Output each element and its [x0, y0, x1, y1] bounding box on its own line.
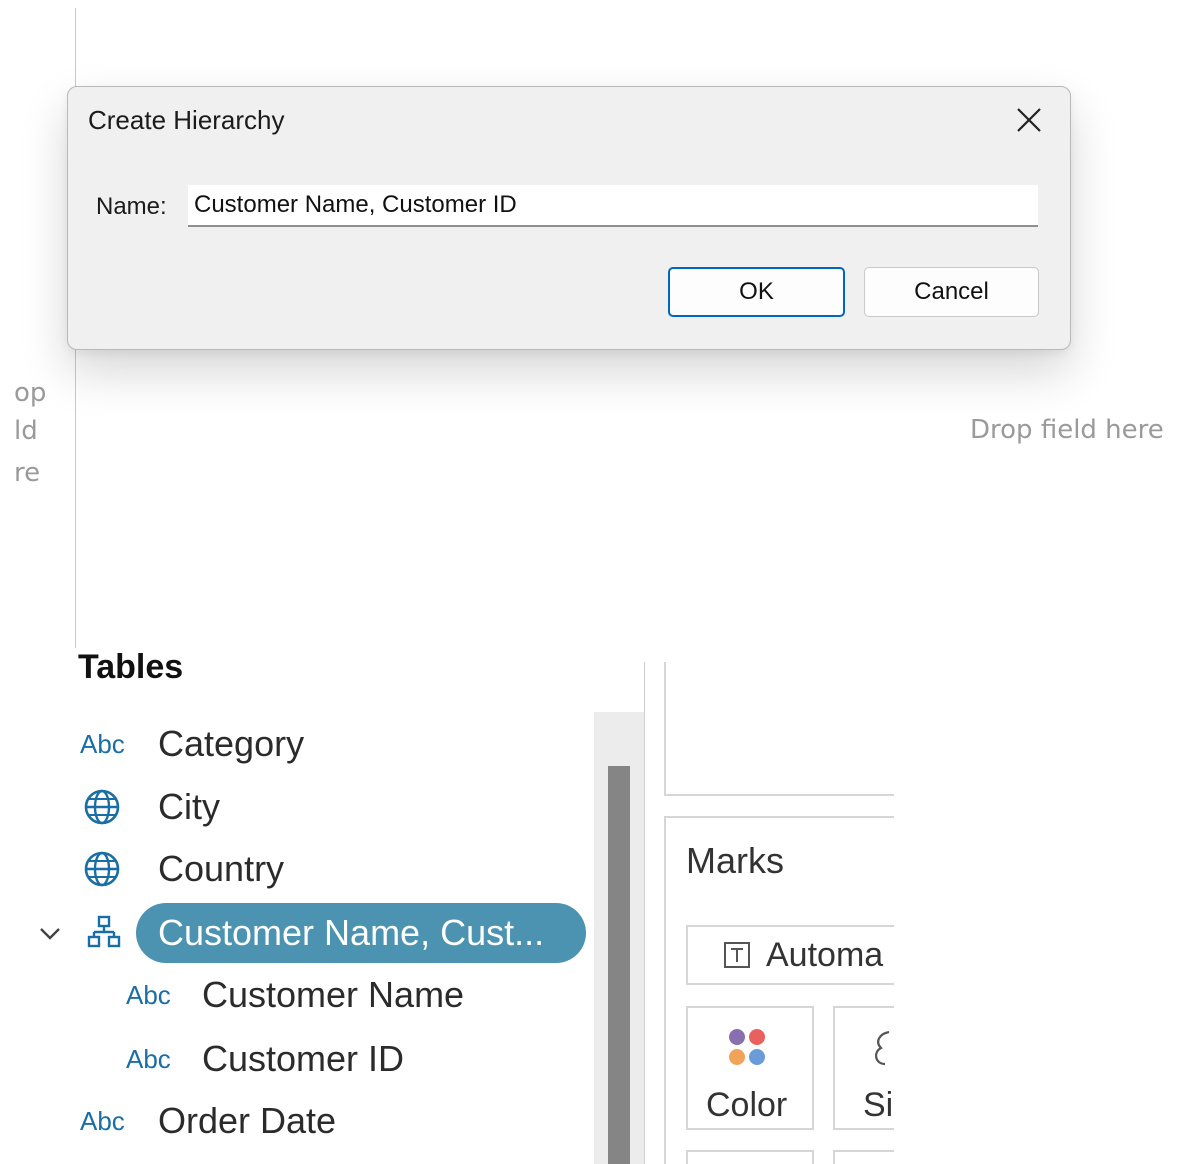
expand-chevron-icon[interactable] [36, 920, 64, 948]
abc-icon: Abc [126, 1043, 171, 1074]
abc-icon: Abc [80, 728, 125, 759]
mark-type-dropdown[interactable]: Automa [686, 925, 894, 985]
close-button[interactable] [1012, 103, 1046, 137]
globe-icon [82, 849, 158, 889]
text-mark-icon [722, 940, 752, 970]
close-icon [1017, 108, 1041, 132]
field-customer-id[interactable]: Abc Customer ID [126, 1031, 404, 1087]
hierarchy-name-input[interactable] [188, 185, 1038, 227]
field-label: Customer ID [202, 1038, 405, 1079]
drop-zone-left-text: op [14, 378, 47, 408]
abc-icon: Abc [80, 1105, 125, 1136]
field-city[interactable]: City [82, 779, 220, 835]
abc-icon: Abc [126, 979, 171, 1010]
cancel-button[interactable]: Cancel [864, 267, 1039, 317]
field-order-date[interactable]: Abc Order Date [80, 1093, 336, 1149]
mark-type-label: Automa [766, 935, 884, 974]
color-mark-button[interactable]: Color [686, 1006, 814, 1130]
ok-button[interactable]: OK [668, 267, 845, 317]
hierarchy-icon [86, 914, 122, 950]
field-label: Category [158, 723, 305, 764]
create-hierarchy-dialog: Create Hierarchy Name: OK Cancel [67, 86, 1071, 350]
drop-zone-left-text: ld [14, 416, 38, 446]
tables-section-header: Tables [78, 648, 184, 686]
field-label: Customer Name [202, 974, 465, 1015]
size-mark-button[interactable]: Si [833, 1006, 894, 1130]
scrollbar-thumb[interactable] [608, 766, 630, 1164]
filters-shelf[interactable] [664, 662, 894, 796]
dialog-title: Create Hierarchy [88, 105, 285, 135]
drop-zone-left-text: re [14, 458, 41, 488]
color-dots-icon [726, 1026, 770, 1075]
pane-divider [644, 662, 645, 1164]
field-customer-name[interactable]: Abc Customer Name [126, 967, 464, 1023]
size-label: Si [863, 1086, 894, 1124]
size-icon [871, 1028, 894, 1073]
marks-title: Marks [686, 840, 784, 881]
color-label: Color [706, 1086, 788, 1124]
field-country[interactable]: Country [82, 841, 284, 897]
name-label: Name: [96, 193, 167, 220]
field-label: City [158, 786, 220, 827]
hierarchy-field-selected[interactable]: Customer Name, Cust... [136, 903, 586, 963]
field-label: Country [158, 848, 285, 889]
globe-icon [82, 787, 158, 827]
field-category[interactable]: Abc Category [80, 716, 304, 772]
tooltip-mark-button[interactable] [833, 1150, 894, 1164]
label-mark-button[interactable] [686, 1150, 814, 1164]
field-label: Order Date [158, 1100, 337, 1141]
drop-field-here-zone[interactable]: Drop field here [970, 415, 1164, 445]
